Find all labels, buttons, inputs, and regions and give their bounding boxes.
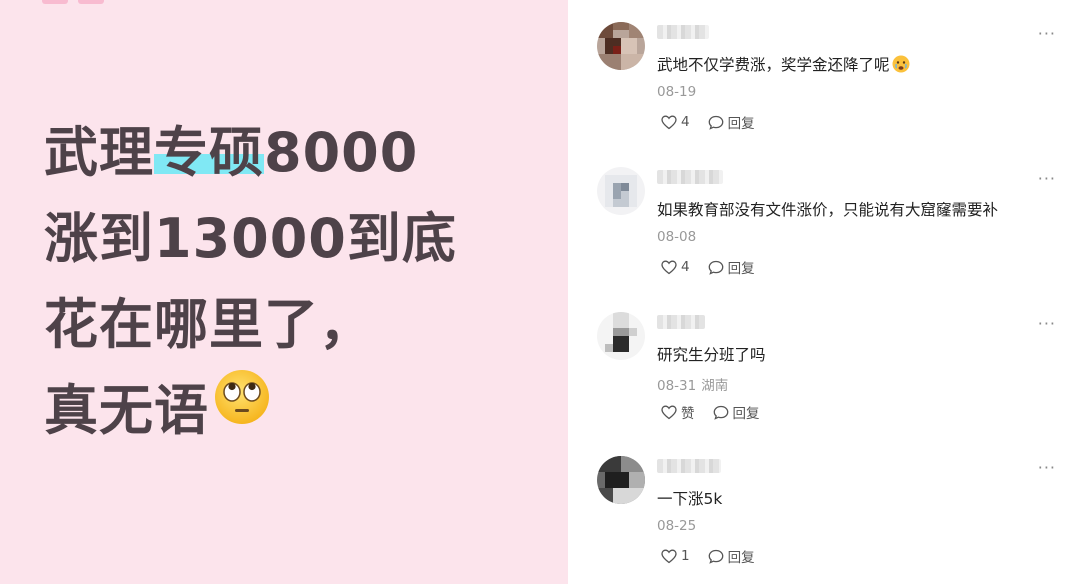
comment-text: 武地不仅学费涨，奖学金还降了呢 bbox=[657, 53, 910, 77]
comment-date: 08-25 bbox=[657, 518, 697, 534]
face-with-rolling-eyes-emoji bbox=[213, 365, 271, 451]
comment-actions: 1 回复 bbox=[661, 546, 755, 566]
more-options-icon[interactable]: ··· bbox=[1038, 458, 1056, 477]
top-decoration bbox=[42, 0, 104, 4]
comment-meta: 08-25 bbox=[657, 518, 696, 534]
comment-meta: 08-31 湖南 bbox=[657, 374, 728, 394]
headline-line-2: 涨到13000到底 bbox=[44, 207, 457, 270]
reply-label: 回复 bbox=[727, 261, 755, 277]
heart-icon bbox=[661, 115, 677, 129]
post-image: 武理专硕8000 涨到13000到底 花在哪里了， 真无语 bbox=[0, 0, 568, 584]
speech-bubble-icon bbox=[708, 260, 723, 275]
like-button[interactable]: 赞 bbox=[661, 402, 695, 422]
heart-icon bbox=[661, 260, 677, 274]
username-blurred[interactable] bbox=[657, 315, 705, 329]
speech-bubble-icon bbox=[708, 549, 723, 564]
like-count: 4 bbox=[681, 114, 690, 130]
comments-panel: ··· 武地不仅学费涨，奖学金还降了呢 08-19 4 回复 ··· 如果教育部… bbox=[568, 0, 1080, 584]
like-count: 1 bbox=[681, 548, 690, 564]
comment-date: 08-19 bbox=[657, 84, 697, 100]
headline-line-3: 花在哪里了， bbox=[44, 293, 374, 356]
avatar[interactable] bbox=[597, 22, 645, 70]
reply-label: 回复 bbox=[727, 550, 755, 566]
reply-button[interactable]: 回复 bbox=[708, 257, 755, 277]
speech-bubble-icon bbox=[708, 115, 723, 130]
headline-line-1: 武理专硕8000 bbox=[44, 121, 419, 184]
username-blurred[interactable] bbox=[657, 459, 721, 473]
reply-button[interactable]: 回复 bbox=[708, 546, 755, 566]
like-button[interactable]: 4 bbox=[661, 114, 690, 130]
heart-icon bbox=[661, 405, 677, 419]
reply-label: 回复 bbox=[732, 406, 760, 422]
comment-text: 如果教育部没有文件涨价，只能说有大窟窿需要补 bbox=[657, 201, 999, 219]
comment-date: 08-08 bbox=[657, 229, 697, 245]
like-count: 赞 bbox=[681, 406, 695, 422]
headline-line-4: 真无语 bbox=[44, 368, 554, 454]
more-options-icon[interactable]: ··· bbox=[1038, 314, 1056, 333]
heart-icon bbox=[661, 549, 677, 563]
comment-item: ··· 如果教育部没有文件涨价，只能说有大窟窿需要补 08-08 4 回复 bbox=[568, 145, 1080, 290]
username-blurred[interactable] bbox=[657, 170, 723, 184]
comment-date: 08-31 bbox=[657, 378, 697, 394]
comment-item: ··· 研究生分班了吗 08-31 湖南 赞 回复 bbox=[568, 290, 1080, 435]
highlight-mark: 专硕 bbox=[154, 121, 264, 184]
post-headline: 武理专硕8000 涨到13000到底 花在哪里了， 真无语 bbox=[44, 110, 554, 454]
avatar[interactable] bbox=[597, 456, 645, 504]
comment-actions: 4 回复 bbox=[661, 257, 755, 277]
comment-actions: 赞 回复 bbox=[661, 402, 760, 422]
more-options-icon[interactable]: ··· bbox=[1038, 169, 1056, 188]
speech-bubble-icon bbox=[713, 405, 728, 420]
more-options-icon[interactable]: ··· bbox=[1038, 24, 1056, 43]
comment-meta: 08-19 bbox=[657, 84, 696, 100]
comment-text: 一下涨5k bbox=[657, 490, 723, 508]
comment-actions: 4 回复 bbox=[661, 112, 755, 132]
like-button[interactable]: 1 bbox=[661, 548, 690, 564]
reply-button[interactable]: 回复 bbox=[713, 402, 760, 422]
username-blurred[interactable] bbox=[657, 25, 709, 39]
like-button[interactable]: 4 bbox=[661, 259, 690, 275]
avatar[interactable] bbox=[597, 167, 645, 215]
crying-face-emoji bbox=[892, 55, 910, 77]
comment-meta: 08-08 bbox=[657, 229, 696, 245]
comment-item: ··· 武地不仅学费涨，奖学金还降了呢 08-19 4 回复 bbox=[568, 0, 1080, 145]
comment-item: ··· 一下涨5k 08-25 1 回复 bbox=[568, 434, 1080, 579]
reply-button[interactable]: 回复 bbox=[708, 112, 755, 132]
comment-location: 湖南 bbox=[701, 378, 729, 394]
like-count: 4 bbox=[681, 259, 690, 275]
reply-label: 回复 bbox=[727, 116, 755, 132]
avatar[interactable] bbox=[597, 312, 645, 360]
comment-text: 研究生分班了吗 bbox=[657, 346, 766, 364]
